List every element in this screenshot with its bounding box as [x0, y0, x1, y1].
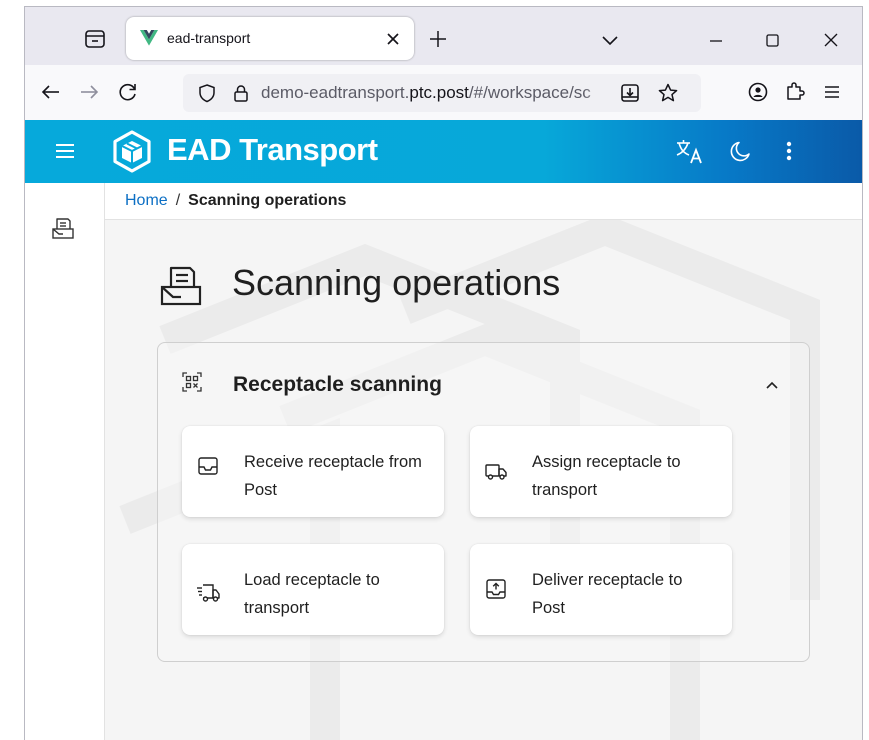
more-vert-icon: [786, 141, 792, 161]
outbox-upload-icon: [484, 577, 508, 601]
vue-logo-icon: [140, 30, 158, 46]
window-minimize-button[interactable]: [704, 28, 728, 52]
list-all-tabs-button[interactable]: [599, 29, 621, 51]
app-title: EAD Transport: [167, 132, 378, 167]
mailbox-scan-icon: [52, 218, 74, 239]
card-label: Deliver receptacle to Post: [532, 571, 683, 617]
sidebar-toggle-button[interactable]: [53, 139, 77, 163]
page-title: Scanning operations: [232, 262, 561, 303]
maximize-icon: [766, 34, 779, 47]
window-maximize-button[interactable]: [760, 28, 784, 52]
chevron-down-icon: [602, 36, 618, 46]
minimize-icon: [710, 40, 722, 42]
url-text[interactable]: demo-eadtransport.ptc.post/#/workspace/s…: [261, 83, 607, 105]
close-icon: [824, 33, 838, 47]
tab-close-button[interactable]: [382, 28, 404, 50]
main-content: Scanning operations Receptacle scanning: [105, 220, 862, 740]
tab-list-icon: [85, 30, 105, 48]
sidebar-item-scanning-operations[interactable]: [50, 215, 76, 241]
plus-icon: [430, 31, 446, 47]
browser-tab[interactable]: ead-transport: [126, 17, 414, 60]
app-header: EAD Transport: [25, 120, 862, 183]
new-tab-button[interactable]: [425, 26, 451, 52]
url-domain: ptc.post: [409, 83, 469, 102]
deliver-receptacle-button[interactable]: Deliver receptacle to Post: [470, 544, 732, 635]
star-icon: [658, 83, 678, 102]
language-button[interactable]: [676, 139, 704, 165]
puzzle-icon: [787, 82, 805, 100]
app-body: Home / Scanning operations Scanning oper…: [25, 183, 862, 740]
arrow-left-icon: [41, 85, 59, 99]
truck-icon: [484, 459, 508, 483]
receive-receptacle-button[interactable]: Receive receptacle from Post: [182, 426, 444, 517]
account-icon: [748, 82, 768, 102]
breadcrumb-separator: /: [175, 192, 181, 209]
url-fade: [583, 78, 609, 108]
breadcrumb-bar: Home / Scanning operations: [105, 183, 862, 220]
moon-icon: [730, 141, 750, 162]
card-label: Load receptacle to transport: [244, 571, 380, 617]
load-receptacle-button[interactable]: Load receptacle to transport: [182, 544, 444, 635]
inbox-icon: [196, 454, 220, 478]
close-icon: [387, 33, 399, 45]
app-menu-button[interactable]: [821, 81, 843, 103]
arrow-right-icon: [81, 85, 99, 99]
more-options-button[interactable]: [777, 139, 801, 163]
collapse-panel-button[interactable]: [760, 373, 784, 397]
menu-icon: [56, 144, 74, 158]
breadcrumb-home-link[interactable]: Home: [125, 192, 168, 209]
tab-title: ead-transport: [167, 30, 251, 46]
qr-scan-icon: [180, 370, 204, 394]
sidebar: [25, 183, 105, 740]
account-button[interactable]: [746, 80, 770, 104]
save-to-pocket-button[interactable]: [619, 82, 641, 104]
browser-window: ead-transport demo-eadtransport.ptc.post…: [24, 6, 863, 740]
url-bar[interactable]: demo-eadtransport.ptc.post/#/workspace/s…: [183, 74, 701, 112]
tab-list-button[interactable]: [83, 29, 107, 49]
window-close-button[interactable]: [819, 28, 843, 52]
dark-mode-toggle[interactable]: [729, 139, 753, 163]
forward-button[interactable]: [77, 80, 101, 104]
back-button[interactable]: [39, 80, 63, 104]
tab-strip: ead-transport: [25, 7, 862, 65]
navigation-bar: demo-eadtransport.ptc.post/#/workspace/s…: [25, 65, 862, 120]
breadcrumb-current: Scanning operations: [188, 192, 347, 209]
fast-truck-icon: [196, 581, 220, 605]
reload-icon: [119, 83, 136, 101]
mailbox-scan-icon: [157, 262, 205, 310]
tracking-protection-icon[interactable]: [197, 83, 217, 103]
reload-button[interactable]: [116, 80, 140, 104]
bookmark-star-button[interactable]: [657, 82, 679, 104]
receptacle-scanning-panel: Receptacle scanning Receive receptacle f…: [157, 342, 810, 662]
hamburger-menu-icon: [825, 86, 839, 98]
chevron-up-icon: [766, 381, 778, 389]
translate-icon: [676, 140, 702, 164]
card-label: Receive receptacle from Post: [244, 453, 422, 499]
save-page-icon: [621, 84, 639, 102]
extensions-button[interactable]: [783, 79, 807, 103]
card-label: Assign receptacle to transport: [532, 453, 681, 499]
url-host: demo-eadtransport.: [261, 83, 410, 102]
panel-title: Receptacle scanning: [233, 373, 442, 396]
assign-receptacle-button[interactable]: Assign receptacle to transport: [470, 426, 732, 517]
url-path: /#/workspace/sc: [468, 83, 591, 102]
lock-icon[interactable]: [231, 83, 251, 103]
parcel-logo-icon: [109, 129, 155, 175]
breadcrumb: Home / Scanning operations: [125, 192, 346, 210]
